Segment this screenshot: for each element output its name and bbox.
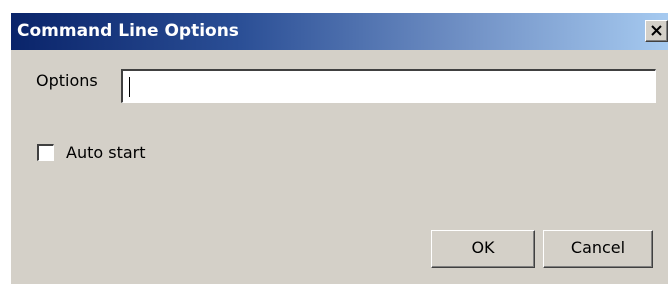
auto-start-checkbox[interactable] [37, 144, 54, 161]
options-label: Options [36, 71, 98, 90]
command-line-options-dialog: Command Line Options Options Auto start … [10, 12, 668, 284]
dialog-title: Command Line Options [17, 21, 239, 41]
close-icon [651, 25, 662, 36]
close-button[interactable] [645, 20, 668, 42]
auto-start-label[interactable]: Auto start [66, 143, 146, 163]
title-bar[interactable]: Command Line Options [11, 13, 668, 50]
options-input[interactable] [121, 69, 656, 103]
ok-button[interactable]: OK [431, 230, 535, 268]
text-caret [129, 77, 130, 97]
cancel-button[interactable]: Cancel [543, 230, 653, 268]
